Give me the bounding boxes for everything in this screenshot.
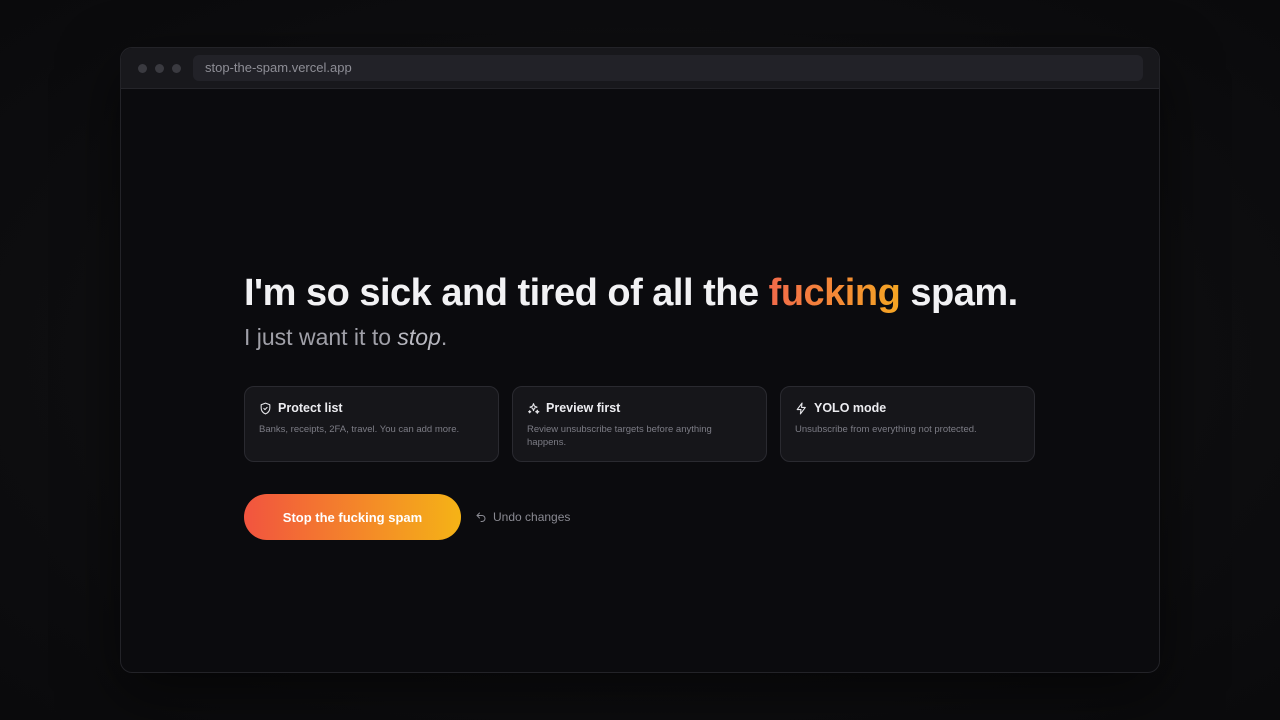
address-bar[interactable]: stop-the-spam.vercel.app: [193, 55, 1143, 81]
undo-changes-label: Undo changes: [493, 510, 571, 524]
page-title: I'm so sick and tired of all the fucking…: [244, 270, 1044, 316]
feature-card-description: Banks, receipts, 2FA, travel. You can ad…: [259, 424, 460, 435]
feature-card-description: Unsubscribe from everything not protecte…: [795, 424, 977, 435]
undo-arrow-icon: [475, 511, 487, 523]
browser-window: stop-the-spam.vercel.app I'm so sick and…: [120, 47, 1160, 673]
feature-card-yolo-mode: YOLO mode Unsubscribe from everything no…: [780, 386, 1035, 462]
subtitle-text-start: I just want it to: [244, 324, 398, 350]
browser-titlebar: stop-the-spam.vercel.app: [121, 48, 1159, 89]
sparkles-icon: [527, 402, 540, 415]
feature-card-title: Preview first: [546, 401, 621, 415]
lightning-bolt-icon: [795, 402, 808, 415]
feature-cards: Protect list Banks, receipts, 2FA, trave…: [244, 386, 1044, 462]
feature-card-title: YOLO mode: [814, 401, 887, 415]
headline-text-end: spam.: [900, 272, 1018, 314]
action-row: Stop the fucking spam Undo changes: [244, 494, 1044, 540]
feature-card-preview-first: Preview first Review unsubscribe targets…: [512, 386, 767, 462]
subtitle-text-end: .: [440, 324, 448, 350]
window-minimize-dot[interactable]: [155, 64, 164, 73]
feature-card-protect-list: Protect list Banks, receipts, 2FA, trave…: [244, 386, 499, 462]
page-subtitle: I just want it to stop.: [244, 322, 1044, 352]
shield-check-icon: [259, 402, 272, 415]
headline-accent-word: fucking: [768, 272, 901, 314]
headline-text-start: I'm so sick and tired of all the: [244, 272, 769, 314]
hero-section: I'm so sick and tired of all the fucking…: [244, 270, 1044, 540]
subtitle-emphasis: stop: [397, 324, 441, 350]
window-maximize-dot[interactable]: [172, 64, 181, 73]
feature-card-description: Review unsubscribe targets before anythi…: [527, 424, 712, 448]
undo-changes-button[interactable]: Undo changes: [475, 510, 570, 524]
stop-spam-button[interactable]: Stop the fucking spam: [244, 494, 461, 540]
window-close-dot[interactable]: [138, 64, 147, 73]
feature-card-title: Protect list: [278, 401, 343, 415]
